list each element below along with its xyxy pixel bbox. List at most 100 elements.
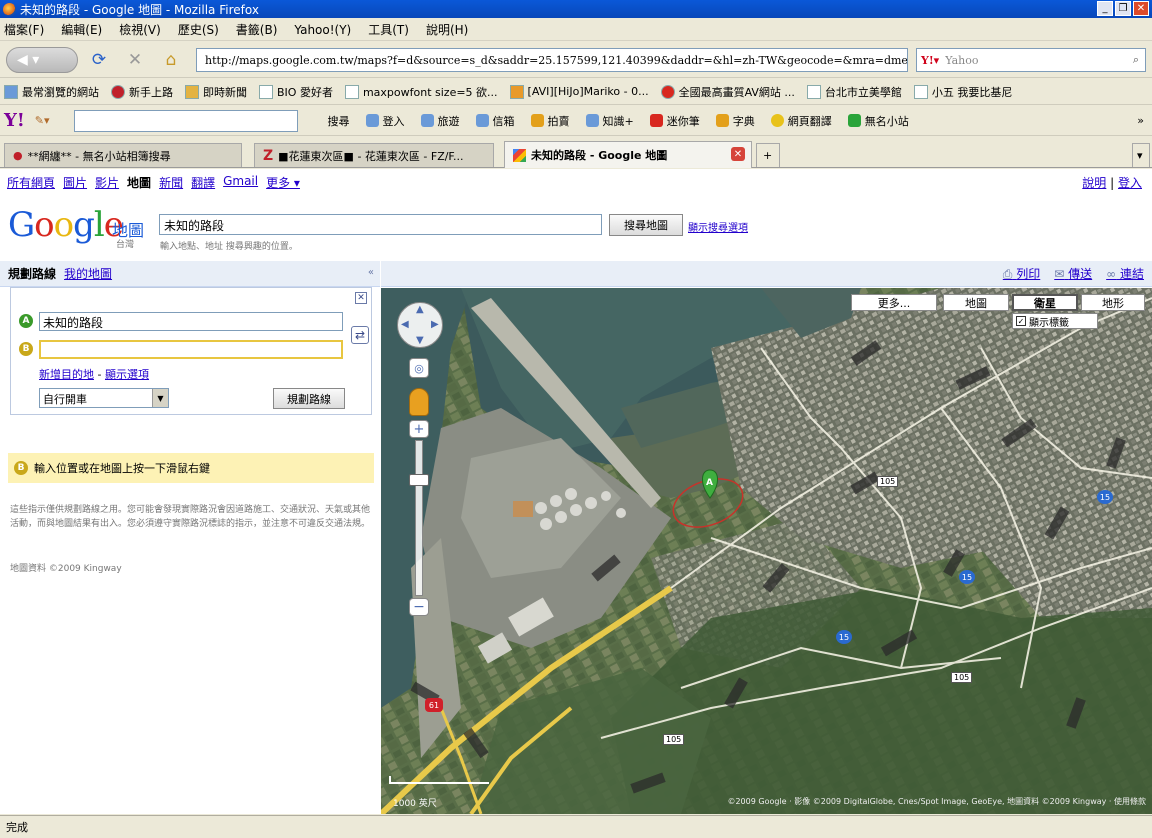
pan-left-icon[interactable]: ◀: [401, 319, 409, 330]
destination-prompt: B 輸入位置或在地圖上按一下滑鼠右鍵: [8, 453, 374, 483]
swap-addresses-icon[interactable]: ⇄: [351, 326, 369, 344]
yahoo-engine-icon[interactable]: Y!▾: [921, 54, 939, 67]
yahoo-search-button[interactable]: 搜尋: [328, 113, 350, 129]
pencil-icon[interactable]: ✎▾: [35, 114, 50, 127]
travel-mode-select[interactable]: 自行開車 ▼: [39, 388, 169, 408]
web-search-box[interactable]: Y!▾ Yahoo ⌕: [916, 48, 1146, 72]
url-bar[interactable]: http://maps.google.com.tw/maps?f=d&sourc…: [196, 48, 908, 72]
new-tab-button[interactable]: +: [756, 143, 780, 167]
print-icon: ⎙: [1002, 267, 1013, 281]
bookmark-item[interactable]: 最常瀏覽的網站: [4, 84, 99, 100]
labels-checkbox[interactable]: ✓: [1016, 316, 1026, 326]
get-directions-button[interactable]: 規劃路線: [273, 388, 345, 409]
map-type-satellite[interactable]: 衛星: [1012, 294, 1078, 311]
gbar-more[interactable]: 更多 ▾: [266, 174, 300, 191]
yahoo-wretch-button[interactable]: 無名小站: [847, 113, 909, 129]
map-type-terrain[interactable]: 地形: [1081, 294, 1145, 311]
tab-google-maps[interactable]: 未知的路段 - Google 地圖 ✕: [504, 141, 752, 168]
tab-hualien-forum[interactable]: Z ■花蓮東次區■ - 花蓮東次區 - FZ/F...: [254, 143, 494, 167]
menu-yahoo[interactable]: Yahoo!(Y): [294, 23, 351, 37]
close-directions-icon[interactable]: ✕: [355, 292, 367, 304]
pan-right-icon[interactable]: ▶: [431, 319, 439, 330]
print-link[interactable]: ⎙ 列印: [1003, 265, 1040, 282]
zoom-in-button[interactable]: +: [409, 420, 429, 438]
gbar-gmail[interactable]: Gmail: [223, 174, 258, 191]
yahoo-mail-button[interactable]: 信箱: [475, 113, 515, 129]
yahoo-search-input[interactable]: [73, 109, 298, 132]
bookmark-item[interactable]: 新手上路: [111, 84, 173, 100]
satellite-map[interactable]: A 105 105 15 15 15 61 105 ▲ ▼ ◀ ▶ ◎ + − …: [381, 288, 1152, 814]
menu-edit[interactable]: 編輯(E): [61, 21, 102, 38]
yahoo-dictionary-button[interactable]: 字典: [715, 113, 755, 129]
zoom-reset-icon[interactable]: ◎: [409, 358, 429, 378]
menu-help[interactable]: 說明(H): [426, 21, 468, 38]
tab-list-button[interactable]: ▾: [1132, 143, 1150, 167]
restore-button[interactable]: ❐: [1115, 1, 1131, 16]
scale-label: 1000 英尺: [393, 799, 437, 809]
stop-icon[interactable]: ✕: [124, 49, 146, 71]
show-labels-option[interactable]: ✓ 顯示標籤: [1012, 313, 1098, 329]
back-button[interactable]: ◀ ▾: [6, 47, 78, 73]
gbar-translate[interactable]: 翻譯: [191, 174, 215, 191]
pegman-icon[interactable]: [409, 388, 429, 416]
bookmark-item[interactable]: 即時新聞: [185, 84, 247, 100]
map-search-input[interactable]: 未知的路段: [159, 214, 602, 235]
menu-bookmarks[interactable]: 書籤(B): [236, 21, 278, 38]
yahoo-travel-button[interactable]: 旅遊: [420, 113, 460, 129]
tab-my-maps[interactable]: 我的地圖: [64, 265, 112, 282]
bookmark-item[interactable]: maxpowfont size=5 欲...: [344, 84, 498, 100]
bookmark-item[interactable]: BIO 愛好者: [259, 84, 333, 100]
help-link[interactable]: 說明: [1082, 176, 1106, 190]
link-link[interactable]: ∞ 連結: [1106, 265, 1144, 282]
close-window-button[interactable]: ✕: [1133, 1, 1149, 16]
gbar-news[interactable]: 新聞: [159, 174, 183, 191]
bookmark-item[interactable]: 全國最高畫質AV網站 ...: [660, 84, 795, 100]
yahoo-login-button[interactable]: 登入: [365, 113, 405, 129]
start-address-input[interactable]: 未知的路段: [39, 312, 343, 331]
collapse-panel-icon[interactable]: «: [368, 267, 374, 278]
map-type-map[interactable]: 地圖: [943, 294, 1009, 311]
show-options-link[interactable]: 顯示選項: [105, 368, 149, 381]
yahoo-translate-button[interactable]: 網頁翻譯: [770, 113, 832, 129]
marker-a-icon: A: [19, 314, 33, 328]
minimize-button[interactable]: _: [1097, 1, 1113, 16]
gbar-images[interactable]: 圖片: [63, 174, 87, 191]
add-destination-link[interactable]: 新增目的地: [39, 368, 94, 381]
search-options-link[interactable]: 顯示搜尋選項: [688, 219, 748, 234]
menu-file[interactable]: 檔案(F): [4, 21, 44, 38]
menu-history[interactable]: 歷史(S): [178, 21, 219, 38]
gbar-videos[interactable]: 影片: [95, 174, 119, 191]
window-title: 未知的路段 - Google 地圖 - Mozilla Firefox: [20, 2, 259, 17]
zoom-out-button[interactable]: −: [409, 598, 429, 616]
menu-view[interactable]: 檢視(V): [119, 21, 161, 38]
home-icon[interactable]: ⌂: [160, 49, 182, 71]
pan-up-icon[interactable]: ▲: [416, 304, 424, 315]
pan-control[interactable]: ▲ ▼ ◀ ▶: [397, 302, 443, 348]
toolbar-overflow-icon[interactable]: »: [1137, 114, 1144, 127]
login-link[interactable]: 登入: [1118, 176, 1142, 190]
menu-tools[interactable]: 工具(T): [368, 21, 409, 38]
close-tab-icon[interactable]: ✕: [731, 147, 745, 161]
yahoo-knowledge-button[interactable]: 知識+: [585, 113, 634, 129]
pan-down-icon[interactable]: ▼: [416, 335, 424, 346]
yahoo-auction-button[interactable]: 拍賣: [530, 113, 570, 129]
gbar-web[interactable]: 所有網頁: [7, 174, 55, 191]
reload-icon[interactable]: ⟳: [88, 49, 110, 71]
zoom-slider-track[interactable]: [415, 440, 423, 596]
google-logo[interactable]: Google: [8, 205, 124, 245]
tab-wretch-search[interactable]: ● **網纏** - 無名小站相簿搜尋: [4, 143, 242, 167]
search-icon[interactable]: ⌕: [1133, 53, 1139, 67]
map-data-credit: 地圖資料 ©2009 Kingway: [10, 564, 122, 574]
zoom-slider-handle[interactable]: [409, 474, 429, 486]
travel-icon: [420, 114, 434, 127]
end-address-input[interactable]: [39, 340, 343, 359]
bookmark-item[interactable]: [AVI][HiJo]Mariko - 0...: [509, 84, 649, 99]
map-type-more[interactable]: 更多...: [851, 294, 937, 311]
bookmark-item[interactable]: 小五 我要比基尼: [913, 84, 1012, 100]
send-link[interactable]: ✉ 傳送: [1054, 265, 1092, 282]
yahoo-notes-button[interactable]: 迷你筆: [649, 113, 700, 129]
tab-directions[interactable]: 規劃路線: [8, 265, 56, 282]
yahoo-logo-icon[interactable]: Y!: [4, 110, 25, 131]
search-maps-button[interactable]: 搜尋地圖: [609, 214, 683, 236]
bookmark-item[interactable]: 台北市立美學館: [806, 84, 902, 100]
